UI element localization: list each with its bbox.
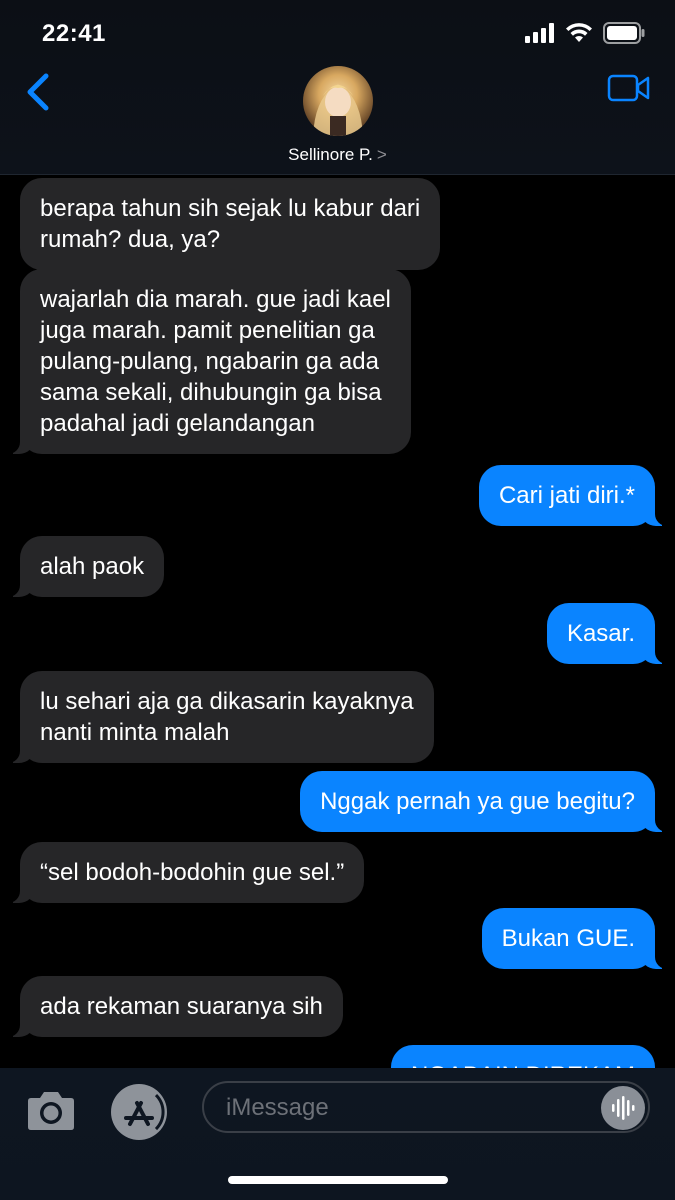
conversation-header: 22:41 Sellinore P. > <box>0 0 675 175</box>
message-received[interactable]: ada rekaman suaranya sih <box>4 976 343 1037</box>
message-sent[interactable]: Bukan GUE. <box>481 908 672 969</box>
message-received[interactable]: wajarlah dia marah. gue jadi kael juga m… <box>4 269 411 454</box>
waveform-icon <box>612 1096 635 1120</box>
message-sent[interactable]: Kasar. <box>546 603 672 664</box>
imessage-input[interactable] <box>224 1083 588 1133</box>
camera-button[interactable] <box>24 1089 78 1133</box>
message-list[interactable]: berapa tahun sih sejak lu kabur dari rum… <box>0 175 675 1068</box>
home-indicator[interactable] <box>228 1176 448 1184</box>
contact-name-button[interactable]: Sellinore P. > <box>0 145 675 165</box>
cellular-signal-icon <box>525 23 554 43</box>
voice-message-button[interactable] <box>601 1086 645 1130</box>
back-button[interactable] <box>22 70 54 114</box>
app-store-button[interactable] <box>110 1083 168 1141</box>
contact-name: Sellinore P. <box>288 145 373 164</box>
message-sent[interactable]: NGABAIN DIREKAM <box>390 1045 655 1068</box>
camera-icon <box>28 1092 74 1130</box>
imessage-input-container[interactable] <box>202 1081 650 1133</box>
facetime-video-button[interactable] <box>607 73 651 103</box>
message-received[interactable]: alah paok <box>3 536 165 597</box>
chevron-left-icon <box>27 73 49 111</box>
status-time: 22:41 <box>42 20 106 47</box>
message-sent[interactable]: Nggak pernah ya gue begitu? <box>300 771 671 832</box>
message-received[interactable]: lu sehari aja ga dikasarin kayaknya nant… <box>4 671 434 763</box>
message-sent[interactable]: Cari jati diri.* <box>478 465 672 526</box>
message-received[interactable]: “sel bodoh-bodohin gue sel.” <box>3 842 365 903</box>
message-received[interactable]: berapa tahun sih sejak lu kabur dari rum… <box>20 178 441 270</box>
status-bar: 22:41 <box>0 0 675 70</box>
app-store-icon <box>111 1084 167 1140</box>
chevron-right-icon: > <box>376 145 387 164</box>
wifi-icon <box>566 23 592 42</box>
battery-icon <box>603 22 645 44</box>
video-camera-icon <box>607 74 650 102</box>
avatar-image <box>313 84 363 136</box>
status-icons <box>525 22 645 44</box>
contact-avatar[interactable] <box>303 66 373 136</box>
